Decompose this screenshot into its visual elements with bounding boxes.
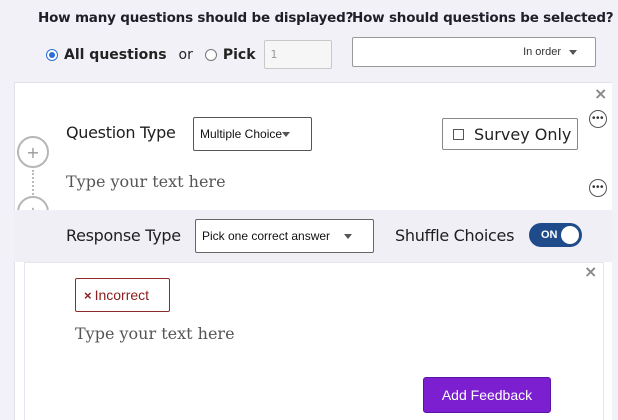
shuffle-choices-toggle[interactable]: ON	[529, 223, 582, 247]
feedback-text-input[interactable]: Type your text here	[75, 324, 235, 343]
selection-method-value: In order	[523, 46, 561, 58]
pick-label[interactable]: Pick	[223, 47, 256, 63]
add-above-button[interactable]: +	[17, 136, 49, 168]
response-type-value: Pick one correct answer	[202, 229, 331, 243]
incorrect-tag-button[interactable]: × Incorrect	[75, 278, 170, 312]
checkbox-icon	[453, 128, 464, 140]
response-type-label: Response Type	[66, 226, 181, 245]
question-text-input[interactable]: Type your text here	[66, 172, 226, 191]
x-icon: ×	[84, 287, 92, 303]
connector-line	[32, 170, 34, 198]
question-type-value: Multiple Choice	[200, 127, 283, 141]
close-icon[interactable]: ×	[584, 262, 597, 281]
chevron-down-icon	[569, 49, 577, 55]
display-count-options: All questions or Pick 1	[46, 40, 332, 69]
incorrect-label: Incorrect	[94, 287, 150, 303]
shuffle-choices-label: Shuffle Choices	[395, 226, 515, 245]
question-more-options-icon[interactable]: •••	[589, 110, 607, 128]
display-count-question: How many questions should be displayed?	[38, 10, 354, 26]
pick-radio[interactable]	[204, 48, 217, 61]
all-questions-label[interactable]: All questions	[64, 47, 167, 63]
survey-only-label: Survey Only	[474, 124, 572, 144]
question-type-select[interactable]: Multiple Choice	[193, 117, 312, 151]
all-questions-radio[interactable]	[46, 48, 58, 61]
chevron-down-icon	[344, 233, 353, 239]
or-label: or	[178, 46, 193, 63]
add-feedback-button[interactable]: Add Feedback	[423, 377, 551, 413]
toggle-knob	[561, 226, 579, 244]
selection-method-question: How should questions be selected?	[352, 10, 614, 26]
response-type-select[interactable]: Pick one correct answer	[195, 219, 374, 253]
question-type-label: Question Type	[66, 123, 176, 142]
chevron-down-icon	[282, 131, 291, 137]
selection-method-select[interactable]: In order	[352, 37, 596, 67]
pick-count-input[interactable]: 1	[263, 40, 332, 69]
text-more-options-icon[interactable]: •••	[589, 179, 607, 197]
close-icon[interactable]: ×	[594, 84, 607, 103]
survey-only-checkbox[interactable]: Survey Only	[442, 118, 578, 150]
toggle-state-label: ON	[541, 229, 558, 241]
